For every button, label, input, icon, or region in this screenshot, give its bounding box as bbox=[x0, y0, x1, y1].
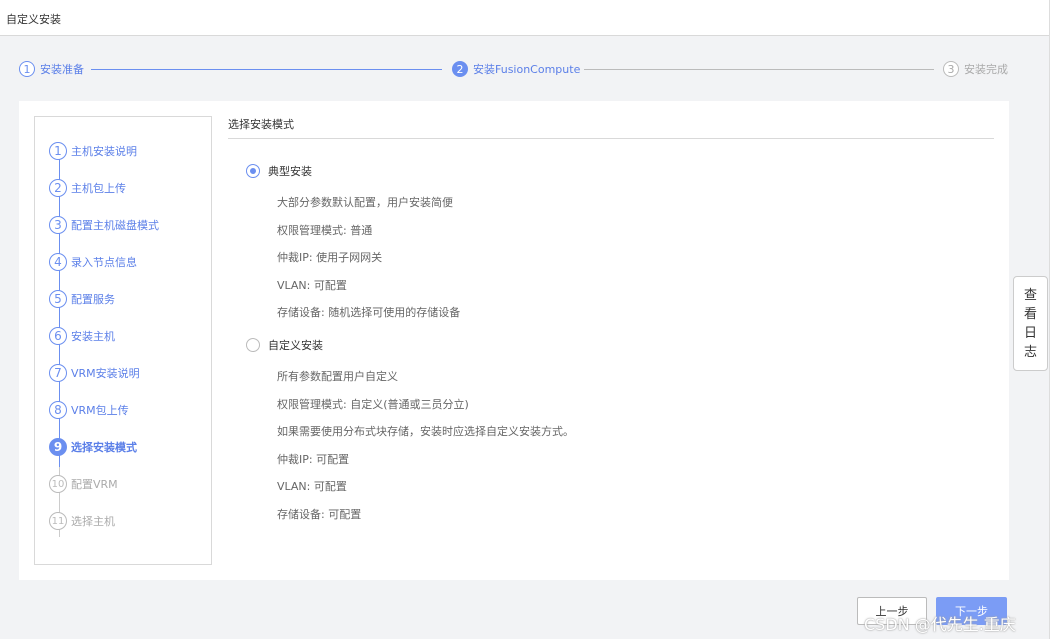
step-number: 1 bbox=[19, 61, 35, 77]
watermark: CSDN @代先生.重庆 bbox=[864, 615, 1016, 634]
window-title: 自定义安装 bbox=[6, 13, 61, 26]
nav-number: 6 bbox=[49, 327, 67, 345]
nav-number: 4 bbox=[49, 253, 67, 271]
option-desc-line: VLAN: 可配置 bbox=[277, 480, 347, 493]
log-char: 志 bbox=[1023, 344, 1037, 360]
step-number: 2 bbox=[452, 61, 468, 77]
step-install: 2 安装FusionCompute bbox=[452, 61, 580, 77]
nav-label: 选择主机 bbox=[71, 515, 115, 528]
nav-item-install-host[interactable]: 6 安装主机 bbox=[49, 327, 115, 345]
nav-label: 配置主机磁盘模式 bbox=[71, 219, 159, 232]
nav-label: 选择安装模式 bbox=[71, 441, 137, 454]
option-desc-line: 仲裁IP: 可配置 bbox=[277, 453, 350, 466]
title-bar: 自定义安装 bbox=[0, 0, 1050, 36]
nav-label: 主机安装说明 bbox=[71, 145, 137, 158]
nav-label: 配置VRM bbox=[71, 478, 118, 491]
option-desc-line: 存储设备: 随机选择可使用的存储设备 bbox=[277, 306, 461, 319]
nav-label: 录入节点信息 bbox=[71, 256, 137, 269]
nav-number: 2 bbox=[49, 179, 67, 197]
nav-label: 主机包上传 bbox=[71, 182, 126, 195]
option-desc-line: 权限管理模式: 普通 bbox=[277, 224, 373, 237]
option-desc-line: 所有参数配置用户自定义 bbox=[277, 370, 398, 383]
option-desc-line: 大部分参数默认配置，用户安装简便 bbox=[277, 196, 453, 209]
option-label: 自定义安装 bbox=[268, 339, 323, 352]
step-connector bbox=[91, 69, 442, 70]
radio-custom[interactable] bbox=[246, 338, 260, 352]
option-desc-line: 权限管理模式: 自定义(普通或三员分立) bbox=[277, 398, 469, 411]
nav-number: 11 bbox=[49, 512, 67, 530]
nav-item-node-info[interactable]: 4 录入节点信息 bbox=[49, 253, 137, 271]
wizard-nav: 1 主机安装说明 2 主机包上传 3 配置主机磁盘模式 4 录入节点信息 5 配置服务 6… bbox=[34, 116, 212, 565]
step-prepare: 1 安装准备 bbox=[19, 61, 84, 77]
nav-number: 1 bbox=[49, 142, 67, 160]
main-panel: 1 主机安装说明 2 主机包上传 3 配置主机磁盘模式 4 录入节点信息 5 配置服务 6… bbox=[19, 101, 1009, 580]
nav-item-vrm-install-notes[interactable]: 7 VRM安装说明 bbox=[49, 364, 140, 382]
step-label: 安装完成 bbox=[964, 63, 1008, 76]
nav-item-host-install-notes[interactable]: 1 主机安装说明 bbox=[49, 142, 137, 160]
step-label: 安装FusionCompute bbox=[473, 63, 581, 76]
nav-item-config-service[interactable]: 5 配置服务 bbox=[49, 290, 115, 308]
nav-label: VRM安装说明 bbox=[71, 367, 140, 380]
option-desc-line: 存储设备: 可配置 bbox=[277, 508, 362, 521]
nav-number: 7 bbox=[49, 364, 67, 382]
nav-item-vrm-package-upload[interactable]: 8 VRM包上传 bbox=[49, 401, 129, 419]
log-char: 看 bbox=[1023, 306, 1037, 322]
step-complete: 3 安装完成 bbox=[943, 61, 1008, 77]
nav-label: VRM包上传 bbox=[71, 404, 129, 417]
nav-item-disk-mode[interactable]: 3 配置主机磁盘模式 bbox=[49, 216, 159, 234]
scrollbar[interactable] bbox=[1049, 0, 1055, 639]
radio-typical[interactable] bbox=[246, 164, 260, 178]
step-number: 3 bbox=[943, 61, 959, 77]
step-label: 安装准备 bbox=[40, 63, 84, 76]
nav-item-install-mode[interactable]: 9 选择安装模式 bbox=[49, 438, 137, 456]
nav-label: 配置服务 bbox=[71, 293, 115, 306]
log-char: 日 bbox=[1023, 325, 1037, 341]
nav-number: 9 bbox=[49, 438, 67, 456]
option-custom[interactable]: 自定义安装 bbox=[246, 337, 323, 353]
option-label: 典型安装 bbox=[268, 165, 312, 178]
option-desc-line: 如果需要使用分布式块存储，安装时应选择自定义安装方式。 bbox=[277, 425, 574, 438]
step-connector bbox=[584, 69, 934, 70]
log-char: 查 bbox=[1023, 287, 1037, 303]
option-typical[interactable]: 典型安装 bbox=[246, 163, 312, 179]
nav-label: 安装主机 bbox=[71, 330, 115, 343]
nav-item-host-package-upload[interactable]: 2 主机包上传 bbox=[49, 179, 126, 197]
nav-item-config-vrm[interactable]: 10 配置VRM bbox=[49, 475, 118, 493]
nav-number: 8 bbox=[49, 401, 67, 419]
option-desc-line: VLAN: 可配置 bbox=[277, 279, 347, 292]
progress-stepper: 1 安装准备 2 安装FusionCompute 3 安装完成 bbox=[0, 58, 1050, 82]
option-desc-line: 仲裁IP: 使用子网网关 bbox=[277, 251, 383, 264]
nav-item-select-host[interactable]: 11 选择主机 bbox=[49, 512, 115, 530]
content-area: 选择安装模式 典型安装 大部分参数默认配置，用户安装简便 权限管理模式: 普通 … bbox=[228, 116, 994, 521]
nav-number: 5 bbox=[49, 290, 67, 308]
view-log-button[interactable]: 查 看 日 志 bbox=[1013, 276, 1048, 371]
nav-progress-line bbox=[59, 157, 60, 467]
section-title: 选择安装模式 bbox=[228, 116, 994, 139]
nav-number: 3 bbox=[49, 216, 67, 234]
nav-number: 10 bbox=[49, 475, 67, 493]
